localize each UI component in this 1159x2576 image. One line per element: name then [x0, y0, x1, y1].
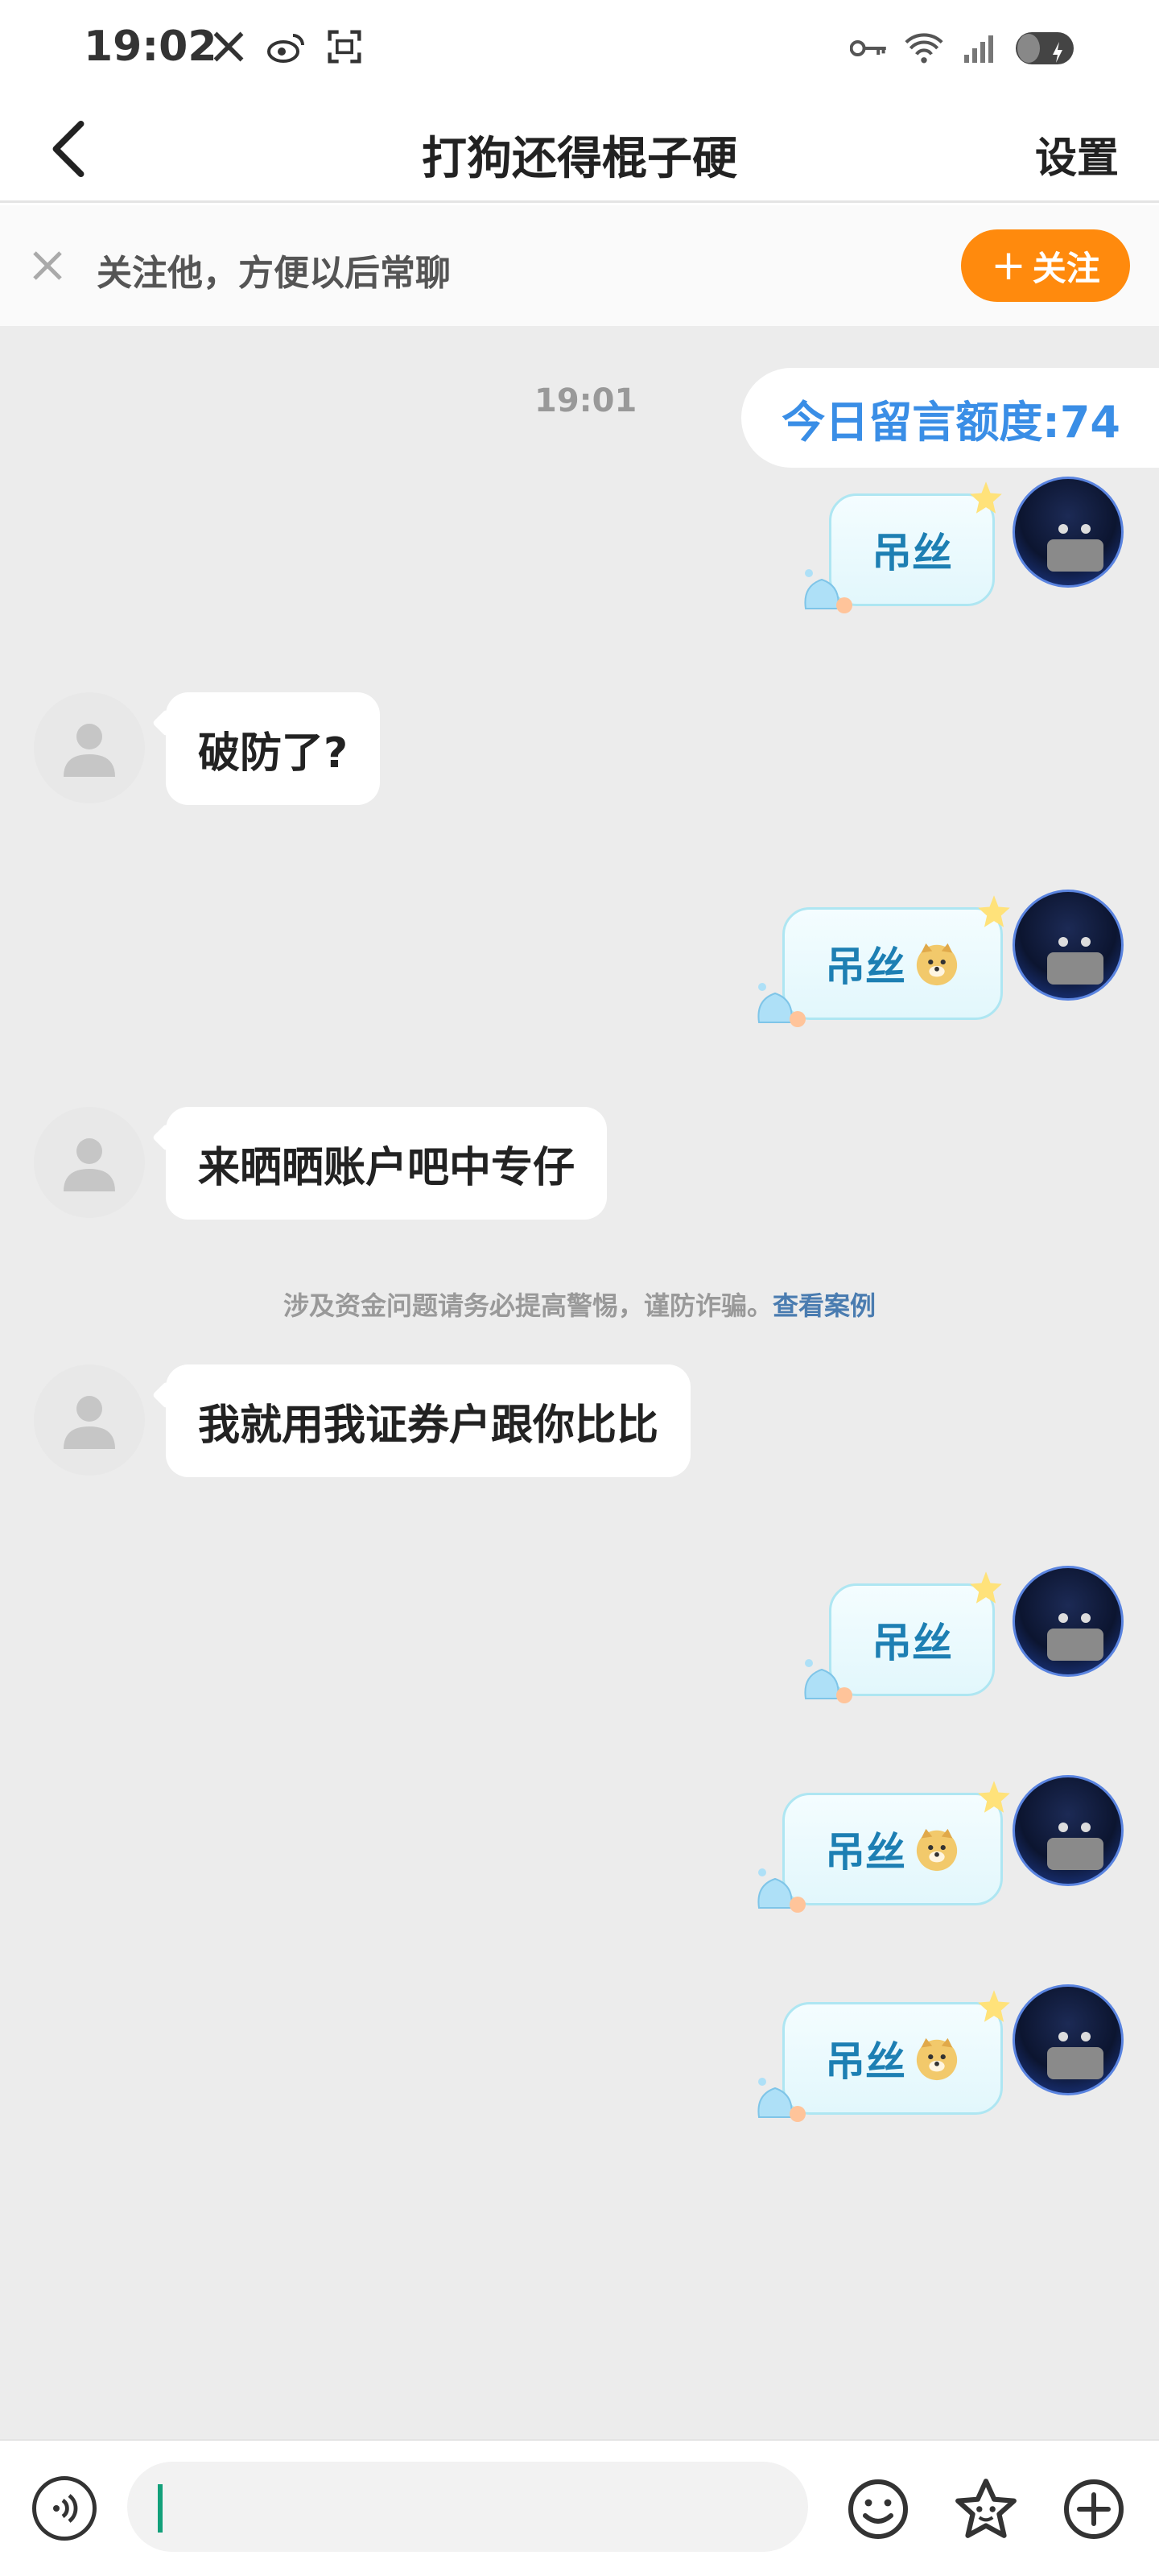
status-icons-left [209, 27, 364, 66]
contact-avatar[interactable] [34, 1107, 145, 1218]
message-bubble-received[interactable]: 我就用我证券户跟你比比 [166, 1364, 691, 1477]
scan-icon [325, 27, 364, 66]
message-text: 来晒晒账户吧中专仔 [198, 1143, 575, 1192]
message-bubble-received[interactable]: 来晒晒账户吧中专仔 [166, 1107, 608, 1220]
star-decoration-icon [978, 1990, 1010, 2022]
my-avatar[interactable] [1013, 1775, 1124, 1886]
doge-emoji-icon [916, 2037, 958, 2081]
star-decoration-icon [970, 481, 1002, 514]
follow-banner: 关注他，方便以后常聊 + 关注 [0, 205, 1159, 326]
message-timestamp: 19:01 [534, 382, 637, 419]
view-cases-link[interactable]: 查看案例 [773, 1290, 876, 1321]
message-text: 吊丝 [872, 1620, 952, 1666]
voice-button[interactable] [32, 2476, 97, 2541]
message-bubble-sent[interactable]: 吊丝 [804, 1571, 1002, 1703]
chat-area[interactable]: 19:01 今日留言额度:74 吊丝 破防了? 吊丝 来晒晒账户吧中专仔 涉及资… [0, 326, 1159, 2439]
star-decoration-icon [978, 1781, 1010, 1813]
nav-bar: 打狗还得棍子硬 设置 [0, 97, 1159, 203]
message-bubble-received[interactable]: 破防了? [166, 692, 381, 805]
follow-button[interactable]: + 关注 [961, 229, 1130, 302]
status-icons-right [850, 29, 1079, 68]
emoji-icon [848, 2479, 908, 2539]
message-text: 吊丝 [825, 943, 905, 990]
weibo-icon [267, 27, 306, 66]
x-logo-icon [209, 27, 248, 66]
sticker-icon [955, 2479, 1017, 2538]
doge-emoji-icon [916, 943, 958, 986]
close-banner-button[interactable] [27, 242, 68, 290]
star-decoration-icon [970, 1571, 1002, 1604]
my-avatar[interactable] [1013, 1984, 1124, 2095]
my-avatar[interactable] [1013, 1566, 1124, 1677]
message-bubble-sent[interactable]: 吊丝 [804, 481, 1002, 613]
page-title: 打狗还得棍子硬 [422, 133, 737, 185]
shell-decoration-icon [757, 983, 806, 1027]
plus-icon [1064, 2479, 1124, 2539]
settings-button[interactable]: 设置 [1035, 124, 1119, 184]
more-button[interactable] [1061, 2476, 1127, 2542]
star-decoration-icon [978, 895, 1010, 927]
follow-prompt: 关注他，方便以后常聊 [97, 253, 451, 294]
signal-icon [959, 29, 998, 68]
message-bubble-sent[interactable]: 吊丝 [757, 1990, 1010, 2122]
shell-decoration-icon [757, 2078, 806, 2122]
message-text: 破防了? [198, 729, 349, 778]
text-caret [158, 2484, 163, 2533]
message-input[interactable] [127, 2462, 808, 2552]
message-text: 吊丝 [825, 1829, 905, 1876]
doge-emoji-icon [916, 1828, 958, 1872]
status-bar: 19:02 [0, 0, 1159, 97]
status-time: 19:02 [84, 23, 217, 71]
sticker-button[interactable] [953, 2476, 1019, 2542]
shell-decoration-icon [804, 1659, 852, 1703]
quota-badge: 今日留言额度:74 [741, 368, 1159, 468]
close-icon [33, 251, 62, 280]
shell-decoration-icon [804, 569, 852, 613]
follow-button-label: 关注 [1032, 248, 1100, 288]
plus-icon: + [991, 242, 1026, 290]
input-bar [0, 2439, 1159, 2576]
voice-icon [53, 2494, 78, 2523]
warning-text: 涉及资金问题请务必提高警惕，谨防诈骗。 [283, 1290, 773, 1321]
key-icon [850, 29, 889, 68]
shell-decoration-icon [757, 1868, 806, 1913]
message-bubble-sent[interactable]: 吊丝 [757, 1781, 1010, 1913]
contact-avatar[interactable] [34, 1364, 145, 1476]
contact-avatar[interactable] [34, 692, 145, 803]
emoji-button[interactable] [845, 2476, 911, 2542]
my-avatar[interactable] [1013, 477, 1124, 588]
wifi-icon [905, 29, 943, 68]
message-text: 我就用我证券户跟你比比 [198, 1401, 659, 1450]
message-text: 吊丝 [872, 530, 952, 576]
message-bubble-sent[interactable]: 吊丝 [757, 895, 1010, 1027]
my-avatar[interactable] [1013, 890, 1124, 1001]
battery-icon [1014, 29, 1079, 68]
fraud-warning: 涉及资金问题请务必提高警惕，谨防诈骗。查看案例 [0, 1286, 1159, 1323]
message-text: 吊丝 [825, 2038, 905, 2085]
